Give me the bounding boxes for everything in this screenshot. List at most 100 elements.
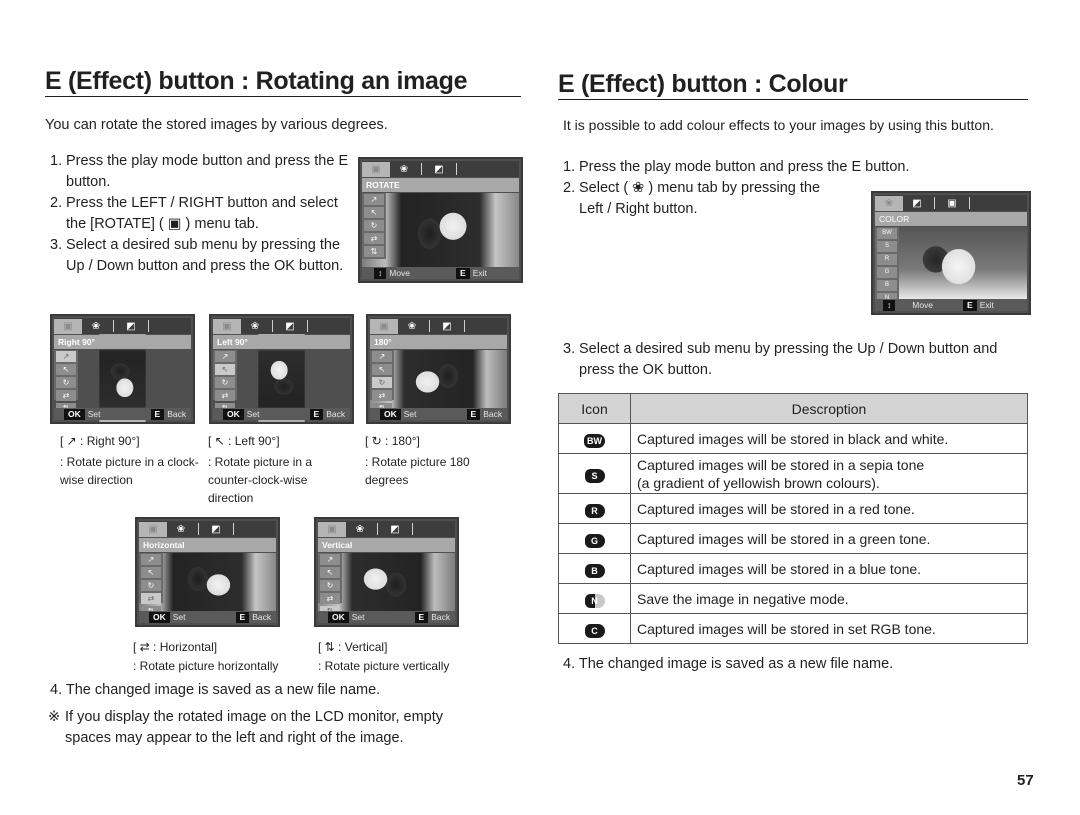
colour-tab-icon[interactable]: ❀ (398, 319, 426, 334)
rotate-180-icon[interactable]: ↻ (364, 220, 384, 231)
left-90-icon[interactable]: ↖ (215, 364, 235, 375)
colour-step-3: 3. Select a desired sub menu by pressing … (563, 341, 998, 378)
rotate-tab-icon[interactable]: ▣ (139, 521, 167, 537)
rotate-tab-icon[interactable]: ▣ (362, 161, 390, 177)
right-90-icon[interactable]: ↗ (141, 554, 161, 565)
back-label: Back (326, 409, 346, 419)
image-edit-tab-icon[interactable]: ◩ (276, 319, 304, 334)
menu-title: 180° (370, 335, 507, 349)
tab-divider (412, 523, 413, 535)
icon-cell: G (558, 523, 631, 554)
rotate-tab-icon[interactable]: ▣ (938, 196, 966, 211)
table-row: S Captured images will be stored in a se… (558, 453, 1028, 494)
rotate-180-icon[interactable]: ↻ (141, 580, 161, 591)
colour-tab-icon[interactable]: ❀ (82, 319, 110, 334)
horizontal-icon[interactable]: ⇄ (320, 593, 340, 604)
colour-intro: It is possible to add colour effects to … (563, 117, 994, 133)
menu-tab-bar: ▣ ❀ ◩ (370, 318, 507, 334)
set-label: Set (87, 409, 101, 419)
horizontal-icon[interactable]: ⇄ (56, 390, 76, 401)
description-column-header: Descroption (630, 393, 1028, 424)
menu-tab-bar: ▣ ❀ ◩ (54, 318, 191, 334)
rotate-step-3: 3. Select a desired sub menu by pressing … (50, 237, 344, 274)
left-90-icon[interactable]: ↖ (320, 567, 340, 578)
rotate-tab-icon[interactable]: ▣ (213, 318, 241, 334)
colour-tab-icon[interactable]: ❀ (167, 522, 195, 537)
colour-step-1: 1. Press the play mode button and press t… (563, 159, 910, 175)
e-key: E (414, 611, 429, 623)
left-90-icon[interactable]: ↖ (141, 567, 161, 578)
page-number: 57 (1017, 772, 1034, 789)
right-90-icon[interactable]: ↗ (215, 351, 235, 362)
horizontal-icon[interactable]: ⇄ (215, 390, 235, 401)
green-icon[interactable]: G (877, 267, 897, 278)
e-key: E (309, 408, 324, 420)
screen-bottom-bar: OK Set E Back (139, 611, 276, 623)
tab-divider (307, 320, 308, 332)
rotate-tab-icon[interactable]: ▣ (318, 521, 346, 537)
screen-bottom-bar: OK Set E Back (54, 408, 191, 420)
icon-cell: B (558, 553, 631, 584)
e-key: E (235, 611, 250, 623)
icon-cell: BW (558, 423, 631, 454)
ok-key: OK (328, 611, 349, 623)
blue-icon[interactable]: B (877, 280, 897, 291)
set-label: Set (351, 612, 365, 622)
screen-bottom-bar: OK Set E Back (318, 611, 455, 623)
colour-tab-icon[interactable]: ❀ (390, 162, 418, 177)
image-edit-tab-icon[interactable]: ◩ (425, 162, 453, 177)
rotate-submenu: ↗↖↻⇄⇅ (139, 553, 163, 617)
tab-divider (198, 523, 199, 535)
rotate-180-icon[interactable]: ↻ (320, 580, 340, 591)
rotate-step-1: 1. Press the play mode button and press t… (50, 153, 349, 190)
rotate-tab-icon[interactable]: ▣ (370, 318, 398, 334)
icon-cell: N (558, 583, 631, 614)
right-90-icon[interactable]: ↗ (372, 351, 392, 362)
icon-column-header: Icon (558, 393, 631, 424)
menu-tab-bar: ❀ ◩ ▣ (875, 195, 1027, 211)
image-edit-tab-icon[interactable]: ◩ (117, 319, 145, 334)
description-cell: Save the image in negative mode. (630, 583, 1028, 614)
icon-cell: C (558, 613, 631, 644)
rotate-180-icon[interactable]: ↻ (215, 377, 235, 388)
bw-icon[interactable]: BW (877, 228, 897, 239)
left-90-icon[interactable]: ↖ (364, 207, 384, 218)
tab-divider (421, 163, 422, 175)
horizontal-desc: : Rotate picture horizontally (133, 659, 279, 673)
tab-divider (148, 320, 149, 332)
reference-mark-icon: ※ (48, 709, 61, 725)
colour-tab-icon[interactable]: ❀ (346, 522, 374, 537)
icon-cell: S (558, 453, 631, 494)
vertical-caption: [ ⇅ : Vertical] (318, 640, 388, 654)
tab-divider (969, 197, 970, 209)
colour-tab-icon[interactable]: ❀ (875, 195, 903, 211)
menu-tab-bar: ▣ ❀ ◩ (362, 161, 519, 177)
horizontal-icon[interactable]: ⇄ (372, 390, 392, 401)
horizontal-icon[interactable]: ⇄ (141, 593, 161, 604)
image-edit-tab-icon[interactable]: ◩ (202, 522, 230, 537)
red-icon[interactable]: R (877, 254, 897, 265)
left-90-icon[interactable]: ↖ (372, 364, 392, 375)
right-90-icon[interactable]: ↗ (56, 351, 76, 362)
colour-submenu: BW S R G B N (875, 227, 899, 304)
back-label: Back (431, 612, 451, 622)
rotate-180-desc: : Rotate picture 180 degrees (365, 455, 470, 487)
rotate-tab-icon[interactable]: ▣ (54, 318, 82, 334)
sepia-icon[interactable]: S (877, 241, 897, 252)
image-edit-tab-icon[interactable]: ◩ (381, 522, 409, 537)
rotate-intro: You can rotate the stored images by vari… (45, 117, 388, 133)
table-row: C Captured images will be stored in set … (558, 613, 1028, 644)
move-key-icon: ↕ (374, 267, 387, 279)
image-edit-tab-icon[interactable]: ◩ (433, 319, 461, 334)
horizontal-icon[interactable]: ⇄ (364, 233, 384, 244)
colour-tab-icon[interactable]: ❀ (241, 319, 269, 334)
rotate-180-icon[interactable]: ↻ (372, 377, 392, 388)
image-edit-tab-icon[interactable]: ◩ (903, 196, 931, 211)
right-90-icon[interactable]: ↗ (320, 554, 340, 565)
menu-title: Left 90° (213, 335, 350, 349)
left-90-icon[interactable]: ↖ (56, 364, 76, 375)
right-90-icon[interactable]: ↗ (364, 194, 384, 205)
vertical-icon[interactable]: ⇅ (364, 246, 384, 257)
rotate-step-4: 4. The changed image is saved as a new f… (50, 682, 381, 698)
rotate-180-icon[interactable]: ↻ (56, 377, 76, 388)
